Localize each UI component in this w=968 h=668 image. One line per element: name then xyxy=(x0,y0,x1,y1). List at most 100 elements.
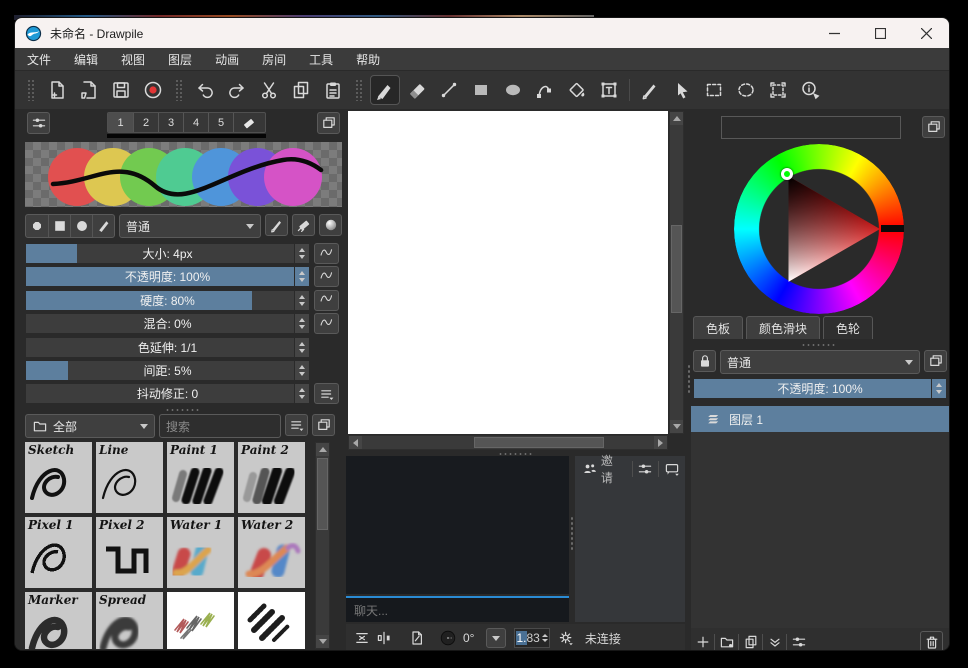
inspect-button[interactable] xyxy=(795,75,825,105)
session-settings-button[interactable] xyxy=(635,459,657,480)
brush-slot-5[interactable]: 5 xyxy=(208,113,233,132)
menu-5[interactable]: 房间 xyxy=(262,51,286,68)
preset-filter-dropdown[interactable]: 全部 xyxy=(25,414,155,438)
select-button[interactable] xyxy=(667,75,697,105)
menu-0[interactable]: 文件 xyxy=(27,51,51,68)
color-tab-色轮[interactable]: 色轮 xyxy=(823,316,873,339)
copy-button[interactable] xyxy=(286,75,316,105)
save-button[interactable] xyxy=(106,75,136,105)
layer-blend-mode-dropdown[interactable]: 普通 xyxy=(720,350,920,374)
preset-scroll-thumb[interactable] xyxy=(317,458,328,530)
redo-button[interactable] xyxy=(222,75,252,105)
color-tab-色板[interactable]: 色板 xyxy=(693,316,743,339)
brush-slot-eraser[interactable] xyxy=(233,113,265,132)
chat-input[interactable]: 聊天... xyxy=(346,596,569,622)
line-button[interactable] xyxy=(434,75,464,105)
brush-blend-mode-dropdown[interactable]: 普通 xyxy=(119,214,261,238)
slider-4[interactable]: 色延伸: 1/1 xyxy=(25,337,310,358)
preset-line[interactable]: Line xyxy=(96,442,163,513)
shape-hard-round-button[interactable] xyxy=(26,215,48,237)
preset-sketch[interactable]: Sketch xyxy=(25,442,92,513)
cut-button[interactable] xyxy=(254,75,284,105)
slider-spinner[interactable] xyxy=(294,244,309,263)
layer-properties-button[interactable] xyxy=(787,631,810,652)
dock-splitter-handle[interactable] xyxy=(801,343,837,347)
detach-brush-dock-button[interactable] xyxy=(317,112,340,134)
maximize-button[interactable] xyxy=(857,18,903,48)
record-button[interactable] xyxy=(138,75,168,105)
slider-spinner[interactable] xyxy=(294,384,309,403)
fill-button[interactable] xyxy=(562,75,592,105)
shape-soft-round-button[interactable] xyxy=(70,215,92,237)
slider-5[interactable]: 间距: 5% xyxy=(25,360,310,381)
pressure-curve-button[interactable] xyxy=(314,290,339,311)
shape-brush-button[interactable] xyxy=(92,215,114,237)
invite-button[interactable]: 邀请 xyxy=(577,459,630,480)
slider-spinner[interactable] xyxy=(294,314,309,333)
preset-water1[interactable]: Water 1 xyxy=(167,517,234,588)
layer-opacity-slider[interactable]: 不透明度: 100% xyxy=(693,378,947,399)
rectangle-button[interactable] xyxy=(466,75,496,105)
minimize-button[interactable] xyxy=(811,18,857,48)
preset-paint1[interactable]: Paint 1 xyxy=(167,442,234,513)
mirror-canvas-button[interactable] xyxy=(354,630,370,646)
close-button[interactable] xyxy=(903,18,949,48)
slider-spinner[interactable] xyxy=(294,267,309,286)
preset-pixel2[interactable]: Pixel 2 xyxy=(96,517,163,588)
slider-6[interactable]: 抖动修正: 0 xyxy=(25,383,310,404)
layer-row[interactable]: 图层 1 xyxy=(691,406,949,432)
canvas-vertical-scrollbar[interactable] xyxy=(669,111,684,434)
lasso-select-button[interactable] xyxy=(731,75,761,105)
slider-3[interactable]: 混合: 0% xyxy=(25,313,310,334)
new-file-button[interactable] xyxy=(42,75,72,105)
preset-menu-button[interactable] xyxy=(285,414,308,436)
rotation-dropdown-button[interactable] xyxy=(486,628,506,648)
brush-slot-1[interactable]: 1 xyxy=(108,113,133,132)
pressure-curve-button[interactable] xyxy=(314,313,339,334)
toolbar-drag-handle[interactable] xyxy=(175,79,183,101)
flip-canvas-button[interactable] xyxy=(376,630,392,646)
open-file-button[interactable] xyxy=(74,75,104,105)
dock-splitter-handle[interactable] xyxy=(165,408,201,412)
color-tab-颜色滑块[interactable]: 颜色滑块 xyxy=(746,316,820,339)
brush-button[interactable] xyxy=(370,75,400,105)
canvas-hscroll-thumb[interactable] xyxy=(474,437,604,448)
preset-scrollbar[interactable] xyxy=(315,442,330,649)
slider-spinner[interactable] xyxy=(294,291,309,310)
merge-layer-button[interactable] xyxy=(763,631,786,652)
view-settings-button[interactable] xyxy=(558,630,574,646)
undo-button[interactable] xyxy=(190,75,220,105)
duplicate-layer-button[interactable] xyxy=(739,631,762,652)
menu-1[interactable]: 编辑 xyxy=(74,51,98,68)
preset-spread[interactable]: Spread xyxy=(96,592,163,649)
preset-paint2[interactable]: Paint 2 xyxy=(238,442,305,513)
canvas[interactable] xyxy=(348,111,668,434)
preset-pencil[interactable]: pencil xyxy=(167,592,234,649)
layer-lock-button[interactable] xyxy=(693,350,716,372)
detach-layer-dock-button[interactable] xyxy=(924,350,947,372)
pen-mode-button[interactable] xyxy=(265,214,288,236)
text-button[interactable] xyxy=(594,75,624,105)
rotation-dial[interactable] xyxy=(440,630,456,646)
brush-settings-button[interactable] xyxy=(27,112,50,134)
delete-layer-button[interactable] xyxy=(920,631,943,652)
menu-3[interactable]: 图层 xyxy=(168,51,192,68)
menu-2[interactable]: 视图 xyxy=(121,51,145,68)
menu-6[interactable]: 工具 xyxy=(309,51,333,68)
color-wheel[interactable] xyxy=(734,144,904,314)
brush-slot-4[interactable]: 4 xyxy=(183,113,208,132)
slider-0[interactable]: 大小: 4px xyxy=(25,243,310,264)
rect-select-button[interactable] xyxy=(699,75,729,105)
detach-preset-dock-button[interactable] xyxy=(312,414,335,436)
add-layer-button[interactable] xyxy=(691,631,714,652)
toolbar-drag-handle[interactable] xyxy=(27,79,35,101)
stabilizer-menu-button[interactable] xyxy=(314,383,339,404)
preset-marker[interactable]: Marker xyxy=(25,592,92,649)
detach-color-dock-button[interactable] xyxy=(922,116,945,138)
eraser-button[interactable] xyxy=(402,75,432,105)
eraser-mode-button[interactable] xyxy=(292,214,315,236)
bezier-button[interactable] xyxy=(530,75,560,105)
canvas-frame-button[interactable] xyxy=(409,630,425,646)
canvas-horizontal-scrollbar[interactable] xyxy=(348,435,668,450)
brush-slot-2[interactable]: 2 xyxy=(133,113,158,132)
